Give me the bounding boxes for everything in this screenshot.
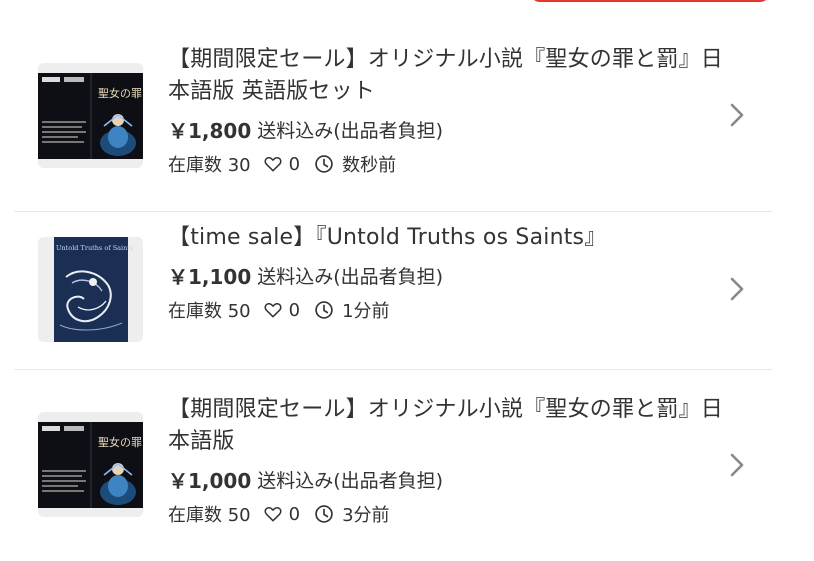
product-thumbnail: Untold Truths of Saints	[38, 237, 143, 342]
stock-count: 在庫数 30	[168, 155, 251, 176]
like-count: 0	[288, 299, 301, 321]
listing-info: 【time sale】『Untold Truths os Saints』 ￥1,…	[168, 222, 728, 324]
posted-time: 1分前	[342, 301, 390, 322]
meta-row: 在庫数 50 0 3分前	[168, 500, 728, 528]
cover-title-text: Untold Truths of Saints	[56, 244, 133, 252]
listing-item[interactable]: Untold Truths of Saints 【time sale】『Unto…	[14, 212, 772, 369]
shipping-note: 送料込み(出品者負担)	[257, 119, 444, 142]
meta-row: 在庫数 50 0 1分前	[168, 296, 728, 324]
heart-icon[interactable]	[263, 300, 283, 320]
cover-title-text: 聖女の罪と罰	[98, 435, 143, 449]
chevron-right-icon[interactable]	[728, 276, 746, 302]
clock-icon	[315, 301, 333, 319]
like-count: 0	[288, 153, 301, 175]
shipping-note: 送料込み(出品者負担)	[257, 469, 444, 492]
listing-title: 【期間限定セール】オリジナル小説『聖女の罪と罰』日本語版 英語版セット	[168, 47, 724, 104]
book-cover-image: 聖女の罪と罰	[38, 412, 143, 517]
clock-icon	[315, 155, 333, 173]
price-row: ￥1,000 送料込み(出品者負担)	[168, 464, 728, 494]
listing-title: 【期間限定セール】オリジナル小説『聖女の罪と罰』日本語版	[168, 397, 724, 454]
listing-info: 【期間限定セール】オリジナル小説『聖女の罪と罰』日本語版 ￥1,000 送料込み…	[168, 394, 728, 528]
shipping-note: 送料込み(出品者負担)	[257, 265, 444, 288]
heart-icon[interactable]	[263, 154, 283, 174]
meta-row: 在庫数 30 0 数秒前	[168, 150, 728, 178]
listing-info: 【期間限定セール】オリジナル小説『聖女の罪と罰』日本語版 英語版セット ￥1,8…	[168, 44, 728, 178]
product-thumbnail: 聖女の罪と罰	[38, 63, 143, 168]
price-row: ￥1,800 送料込み(出品者負担)	[168, 114, 728, 144]
chevron-right-icon[interactable]	[728, 102, 746, 128]
price-value: ￥1,000	[168, 468, 252, 493]
price-value: ￥1,800	[168, 118, 252, 143]
stock-count: 在庫数 50	[168, 505, 251, 526]
listing-title: 【time sale】『Untold Truths os Saints』	[168, 225, 607, 250]
book-cover-image: 聖女の罪と罰	[38, 63, 143, 168]
price-value: ￥1,100	[168, 264, 252, 289]
heart-icon[interactable]	[263, 504, 283, 524]
price-row: ￥1,100 送料込み(出品者負担)	[168, 260, 728, 290]
product-thumbnail: 聖女の罪と罰	[38, 412, 143, 517]
posted-time: 3分前	[342, 505, 390, 526]
chevron-right-icon[interactable]	[728, 452, 746, 478]
primary-action-button[interactable]	[530, 0, 770, 2]
posted-time: 数秒前	[342, 155, 397, 176]
listing-page: 聖女の罪と罰 【期間限定セール】オリジナル小説『聖女の罪と罰』日本語版 英語版セ…	[0, 0, 814, 561]
listing-item[interactable]: 聖女の罪と罰 【期間限定セール】オリジナル小説『聖女の罪と罰』日本語版 英語版セ…	[14, 30, 772, 211]
clock-icon	[315, 505, 333, 523]
listing-item[interactable]: 聖女の罪と罰 【期間限定セール】オリジナル小説『聖女の罪と罰』日本語版 ￥1,0…	[14, 370, 772, 550]
book-cover-image: Untold Truths of Saints	[38, 237, 143, 342]
like-count: 0	[288, 503, 301, 525]
cover-title-text: 聖女の罪と罰	[98, 86, 143, 100]
stock-count: 在庫数 50	[168, 301, 251, 322]
